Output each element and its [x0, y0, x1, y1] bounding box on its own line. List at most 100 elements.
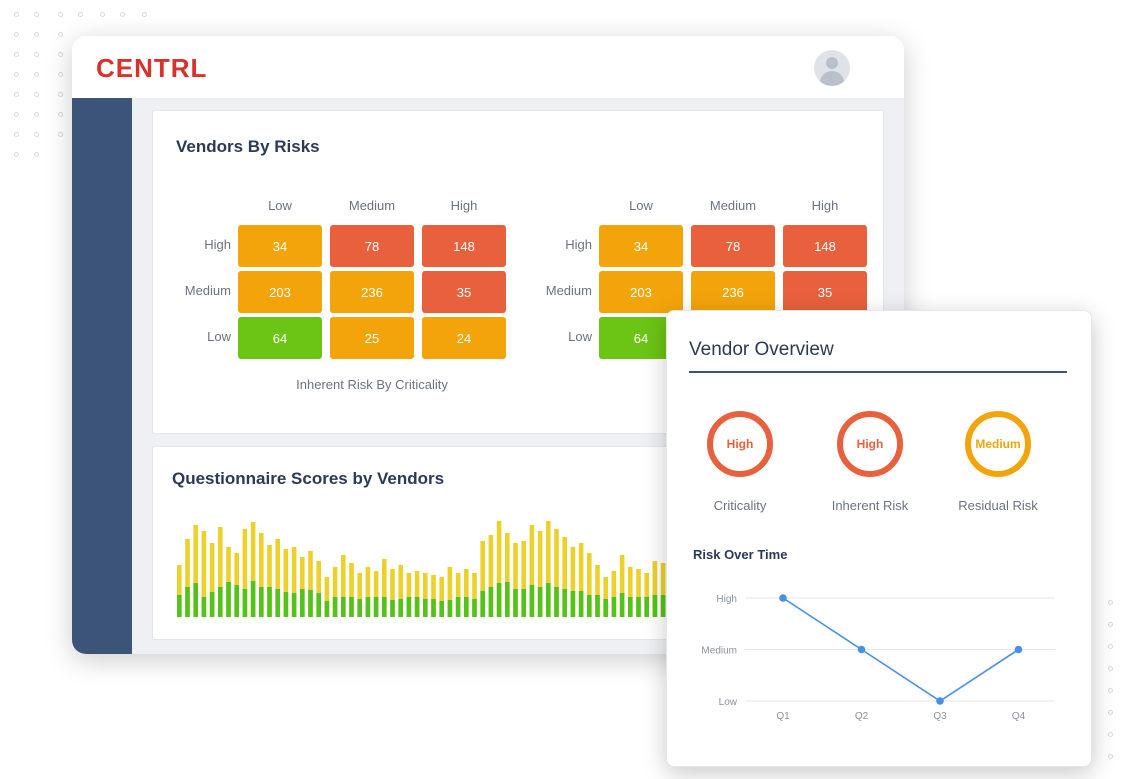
matrix-row-label: Low [207, 329, 231, 344]
score-bar-green-segment [324, 601, 330, 617]
risk-matrix-cell[interactable]: 64 [238, 317, 322, 359]
risk-matrix-cell[interactable]: 236 [691, 271, 775, 313]
avatar-torso [820, 71, 844, 86]
score-bar-green-segment [226, 582, 231, 617]
risk-matrix-cell[interactable]: 78 [330, 225, 414, 267]
score-bar-green-segment [300, 589, 305, 617]
risk-matrix-cell[interactable]: 25 [330, 317, 414, 359]
risk-point[interactable] [1014, 645, 1023, 654]
matrix-column-label: Medium [709, 198, 757, 213]
matrix-column-label: Low [629, 198, 653, 213]
risk-matrix-cell[interactable]: 148 [422, 225, 506, 267]
score-bar-green-segment [275, 589, 280, 617]
matrix-row-label: Medium [184, 283, 231, 298]
risk-matrix-cell[interactable]: 148 [783, 225, 867, 267]
x-tick-label: Q4 [1012, 711, 1026, 722]
decorative-dot [58, 52, 63, 57]
score-bar-green-segment [660, 595, 666, 617]
score-bar-green-segment [439, 601, 444, 617]
decorative-dot [34, 92, 39, 97]
score-bar-green-segment [373, 597, 379, 617]
score-bar-green-segment [234, 585, 239, 617]
score-bar-green-segment [496, 583, 502, 617]
score-bar-green-segment [447, 600, 453, 617]
sidebar [72, 98, 132, 654]
decorative-dot [58, 72, 63, 77]
y-tick-label: High [716, 594, 737, 605]
score-bar-green-segment [332, 597, 338, 617]
score-bar-green-segment [464, 597, 469, 617]
score-bar-green-segment [488, 587, 494, 617]
decorative-dot [1108, 732, 1113, 737]
x-tick-label: Q3 [933, 711, 947, 722]
decorative-dot [78, 12, 83, 17]
risk-matrix-cell[interactable]: 203 [599, 271, 683, 313]
score-bar-green-segment [587, 595, 592, 617]
y-tick-label: Low [719, 697, 738, 708]
score-bar-green-segment [349, 597, 354, 617]
risk-matrix-cell[interactable]: 78 [691, 225, 775, 267]
risk-matrix-cell[interactable]: 34 [238, 225, 322, 267]
matrix-column-label: Medium [348, 198, 396, 213]
risk-matrix-cell[interactable]: 35 [783, 271, 867, 313]
score-bar-green-segment [308, 590, 313, 617]
score-bar-green-segment [619, 593, 625, 617]
decorative-dot [120, 12, 125, 17]
score-bar-green-segment [242, 589, 248, 617]
matrix-row-label: High [565, 237, 592, 252]
score-bar-green-segment [537, 587, 543, 617]
score-bar-green-segment [595, 595, 600, 617]
score-bar-green-segment [562, 589, 567, 617]
decorative-dot [14, 92, 19, 97]
score-bar-green-segment [578, 591, 584, 617]
decorative-dot [1108, 754, 1113, 759]
decorative-dot [34, 112, 39, 117]
score-bar-green-segment [423, 599, 428, 617]
score-bar-green-segment [398, 599, 403, 617]
score-bar-green-segment [554, 587, 559, 617]
app-header: CENTRL [72, 36, 904, 99]
decorative-dot-grid-bottom-right [1088, 590, 1122, 779]
score-bar-green-segment [455, 597, 461, 617]
matrix-column-label: High [811, 198, 839, 213]
matrix-row-label: High [204, 237, 231, 252]
decorative-dot [34, 32, 39, 37]
decorative-dot [34, 152, 39, 157]
decorative-dot [34, 132, 39, 137]
decorative-dot [142, 12, 147, 17]
score-bar-green-segment [316, 593, 321, 617]
matrix-row-label: Medium [545, 283, 592, 298]
y-tick-label: Medium [701, 646, 737, 657]
score-bar-green-segment [193, 583, 198, 617]
decorative-dot [34, 12, 39, 17]
score-bar-green-segment [603, 599, 608, 617]
decorative-dot [58, 32, 63, 37]
score-bar-green-segment [480, 591, 485, 617]
risk-point[interactable] [857, 645, 866, 654]
score-bar-green-segment [636, 597, 641, 617]
score-bar-green-segment [431, 599, 436, 617]
x-tick-label: Q1 [776, 711, 790, 722]
score-bar-green-segment [644, 597, 649, 617]
risk-matrix-cell[interactable]: 35 [422, 271, 506, 313]
score-bar-green-segment [185, 587, 190, 617]
risk-point[interactable] [936, 697, 944, 705]
matrix-column-label: Low [268, 198, 292, 213]
centrl-logo[interactable]: CENTRL [96, 53, 207, 84]
risk-over-time-chart: Low Medium High Q1 Q2 Q3 Q4 [701, 594, 1055, 722]
decorative-dot [100, 12, 105, 17]
risk-matrix-cell[interactable]: 34 [599, 225, 683, 267]
risk-point[interactable] [779, 594, 787, 602]
score-bar-green-segment [341, 597, 346, 617]
decorative-dot [34, 72, 39, 77]
user-avatar-icon[interactable] [814, 50, 850, 86]
decorative-dot [58, 12, 63, 17]
avatar-head [826, 57, 838, 69]
risk-matrix-cell[interactable]: 203 [238, 271, 322, 313]
risk-matrix-cell[interactable]: 236 [330, 271, 414, 313]
x-tick-label: Q2 [855, 711, 869, 722]
risk-matrix-cell[interactable]: 24 [422, 317, 506, 359]
score-bar-green-segment [652, 595, 658, 617]
score-bar-green-segment [521, 589, 526, 617]
decorative-dot [14, 152, 19, 157]
